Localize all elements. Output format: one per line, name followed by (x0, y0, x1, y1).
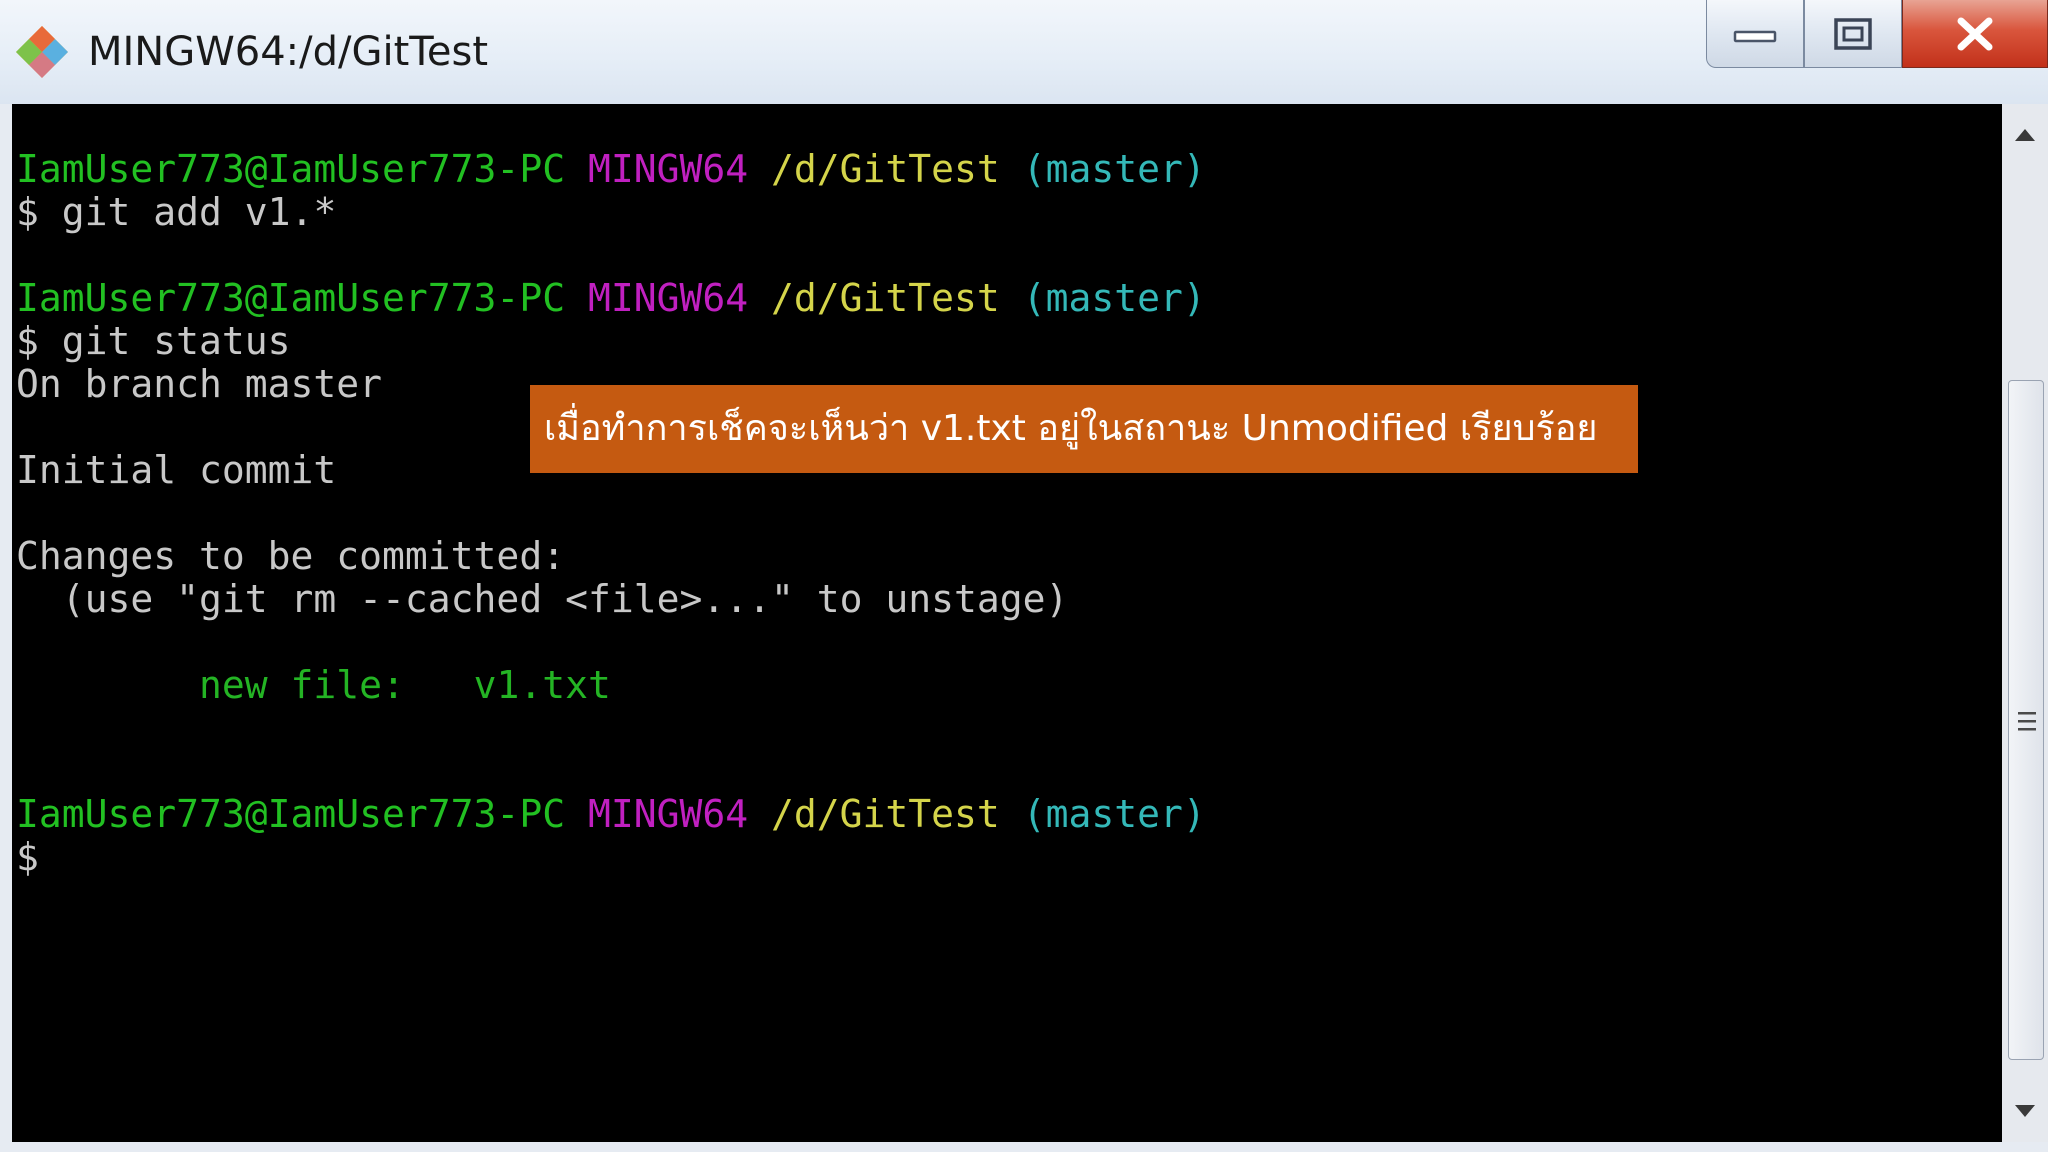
prompt-line: IamUser773@IamUser773-PC MINGW64 /d/GitT… (16, 148, 1206, 191)
vertical-scrollbar[interactable] (2002, 104, 2048, 1142)
prompt-path: /d/GitTest (771, 792, 1000, 836)
prompt-user: IamUser773@IamUser773-PC (16, 147, 566, 191)
prompt-line: IamUser773@IamUser773-PC MINGW64 /d/GitT… (16, 277, 1206, 320)
prompt-shell: MINGW64 (587, 792, 749, 836)
terminal-frame: IamUser773@IamUser773-PC MINGW64 /d/GitT… (0, 104, 2048, 1152)
scrollbar-thumb[interactable] (2008, 380, 2044, 1060)
maximize-button[interactable] (1804, 0, 1902, 68)
prompt-shell: MINGW64 (587, 147, 749, 191)
new-file-label: new file: (16, 663, 405, 707)
prompt-branch: (master) (1022, 147, 1206, 191)
prompt-path: /d/GitTest (771, 276, 1000, 320)
grip-icon (2018, 712, 2036, 731)
git-bash-window: MINGW64:/d/GitTest IamUser773@IamUser773… (0, 0, 2048, 1152)
prompt-symbol: $ (16, 835, 39, 879)
close-button[interactable] (1902, 0, 2048, 68)
prompt-symbol: $ (16, 190, 39, 234)
prompt-line: IamUser773@IamUser773-PC MINGW64 /d/GitT… (16, 793, 1206, 836)
annotation-callout: เมื่อทำการเช็คจะเห็นว่า v1.txt อยู่ในสถา… (530, 385, 1638, 473)
command-text: git add v1.* (61, 190, 337, 234)
command-text: git status (61, 319, 291, 363)
staged-file-line: new file: v1.txt (16, 664, 1206, 707)
command-line: $ git status (16, 320, 1206, 363)
annotation-text: เมื่อทำการเช็คจะเห็นว่า v1.txt อยู่ในสถา… (544, 408, 1598, 449)
output-changes-header: Changes to be committed: (16, 534, 566, 578)
prompt-symbol: $ (16, 319, 39, 363)
minimize-icon (1733, 30, 1777, 42)
window-controls (1706, 0, 2048, 70)
prompt-path: /d/GitTest (771, 147, 1000, 191)
command-line: $ git add v1.* (16, 191, 1206, 234)
title-bar[interactable]: MINGW64:/d/GitTest (0, 0, 2048, 104)
terminal-lines: IamUser773@IamUser773-PC MINGW64 /d/GitT… (16, 148, 1206, 879)
git-icon (16, 26, 68, 78)
output-unstage-hint: (use "git rm --cached <file>..." to unst… (16, 577, 1069, 621)
terminal-output[interactable]: IamUser773@IamUser773-PC MINGW64 /d/GitT… (12, 104, 2002, 1142)
scroll-down-arrow-icon[interactable] (2012, 1102, 2038, 1120)
maximize-icon (1834, 17, 1872, 50)
scroll-up-arrow-icon[interactable] (2012, 126, 2038, 144)
prompt-user: IamUser773@IamUser773-PC (16, 792, 566, 836)
close-icon (1957, 17, 1993, 50)
prompt-branch: (master) (1022, 276, 1206, 320)
command-line[interactable]: $ (16, 836, 1206, 879)
prompt-user: IamUser773@IamUser773-PC (16, 276, 566, 320)
new-file-name: v1.txt (473, 663, 611, 707)
prompt-shell: MINGW64 (587, 276, 749, 320)
prompt-branch: (master) (1022, 792, 1206, 836)
minimize-button[interactable] (1706, 0, 1804, 68)
window-title: MINGW64:/d/GitTest (88, 29, 489, 75)
